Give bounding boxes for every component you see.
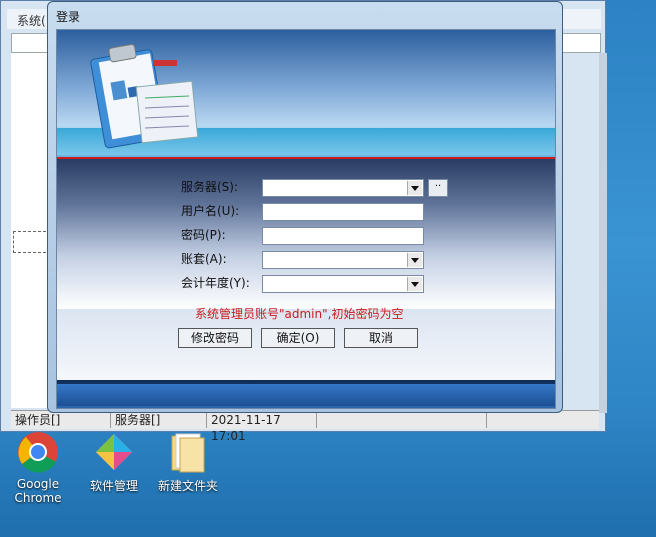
cancel-button[interactable]: 取消 xyxy=(344,328,418,348)
vertical-scrollbar[interactable] xyxy=(599,53,607,413)
server-select[interactable] xyxy=(262,179,424,197)
password-label: 密码(P): xyxy=(181,228,226,242)
status-datetime: 2021-11-17 17:01 xyxy=(207,412,317,443)
server-label: 服务器(S): xyxy=(181,180,239,194)
status-server: 服务器[] xyxy=(111,412,207,428)
client-area xyxy=(11,53,51,408)
browse-server-button[interactable]: ·· xyxy=(428,179,448,197)
username-input[interactable] xyxy=(262,203,424,221)
dialog-title: 登录 xyxy=(56,10,81,24)
desktop-icon-new-folder[interactable]: 新建文件夹 xyxy=(153,430,223,494)
account-set-select[interactable] xyxy=(262,251,424,269)
status-empty xyxy=(317,412,487,428)
chevron-down-icon[interactable] xyxy=(407,253,422,267)
software-manager-icon xyxy=(96,434,132,470)
change-password-button[interactable]: 修改密码 xyxy=(178,328,252,348)
desktop-icon-software-manager[interactable]: 软件管理 xyxy=(79,430,149,494)
chevron-down-icon[interactable] xyxy=(407,181,422,195)
banner xyxy=(57,30,555,157)
status-operator: 操作员[] xyxy=(11,412,111,428)
chevron-down-icon[interactable] xyxy=(407,277,422,291)
login-dialog: 登录 服务器(S): ·· 用户名(U): 密码(P): 账套(A): 会计年度… xyxy=(47,1,563,413)
folder-icon xyxy=(171,433,205,473)
selection-marker xyxy=(13,231,51,253)
clipboard-icon xyxy=(90,43,199,149)
ok-button[interactable]: 确定(O) xyxy=(261,328,335,348)
desktop-icon-label: 软件管理 xyxy=(89,479,138,493)
fiscal-year-label: 会计年度(Y): xyxy=(181,276,250,290)
desktop-icon-chrome[interactable]: Google Chrome xyxy=(3,430,73,505)
account-set-label: 账套(A): xyxy=(181,252,227,266)
login-panel: 服务器(S): ·· 用户名(U): 密码(P): 账套(A): 会计年度(Y)… xyxy=(56,29,556,409)
password-input[interactable] xyxy=(262,227,424,245)
desktop-icon-label: Google Chrome xyxy=(14,477,62,505)
desktop-icon-label: 新建文件夹 xyxy=(157,479,218,493)
admin-hint: 系统管理员账号"admin",初始密码为空 xyxy=(195,307,404,321)
footer-bar xyxy=(57,380,555,408)
chrome-icon xyxy=(18,432,58,473)
username-label: 用户名(U): xyxy=(181,204,240,218)
fiscal-year-select[interactable] xyxy=(262,275,424,293)
menu-system[interactable]: 系统( xyxy=(17,12,46,29)
